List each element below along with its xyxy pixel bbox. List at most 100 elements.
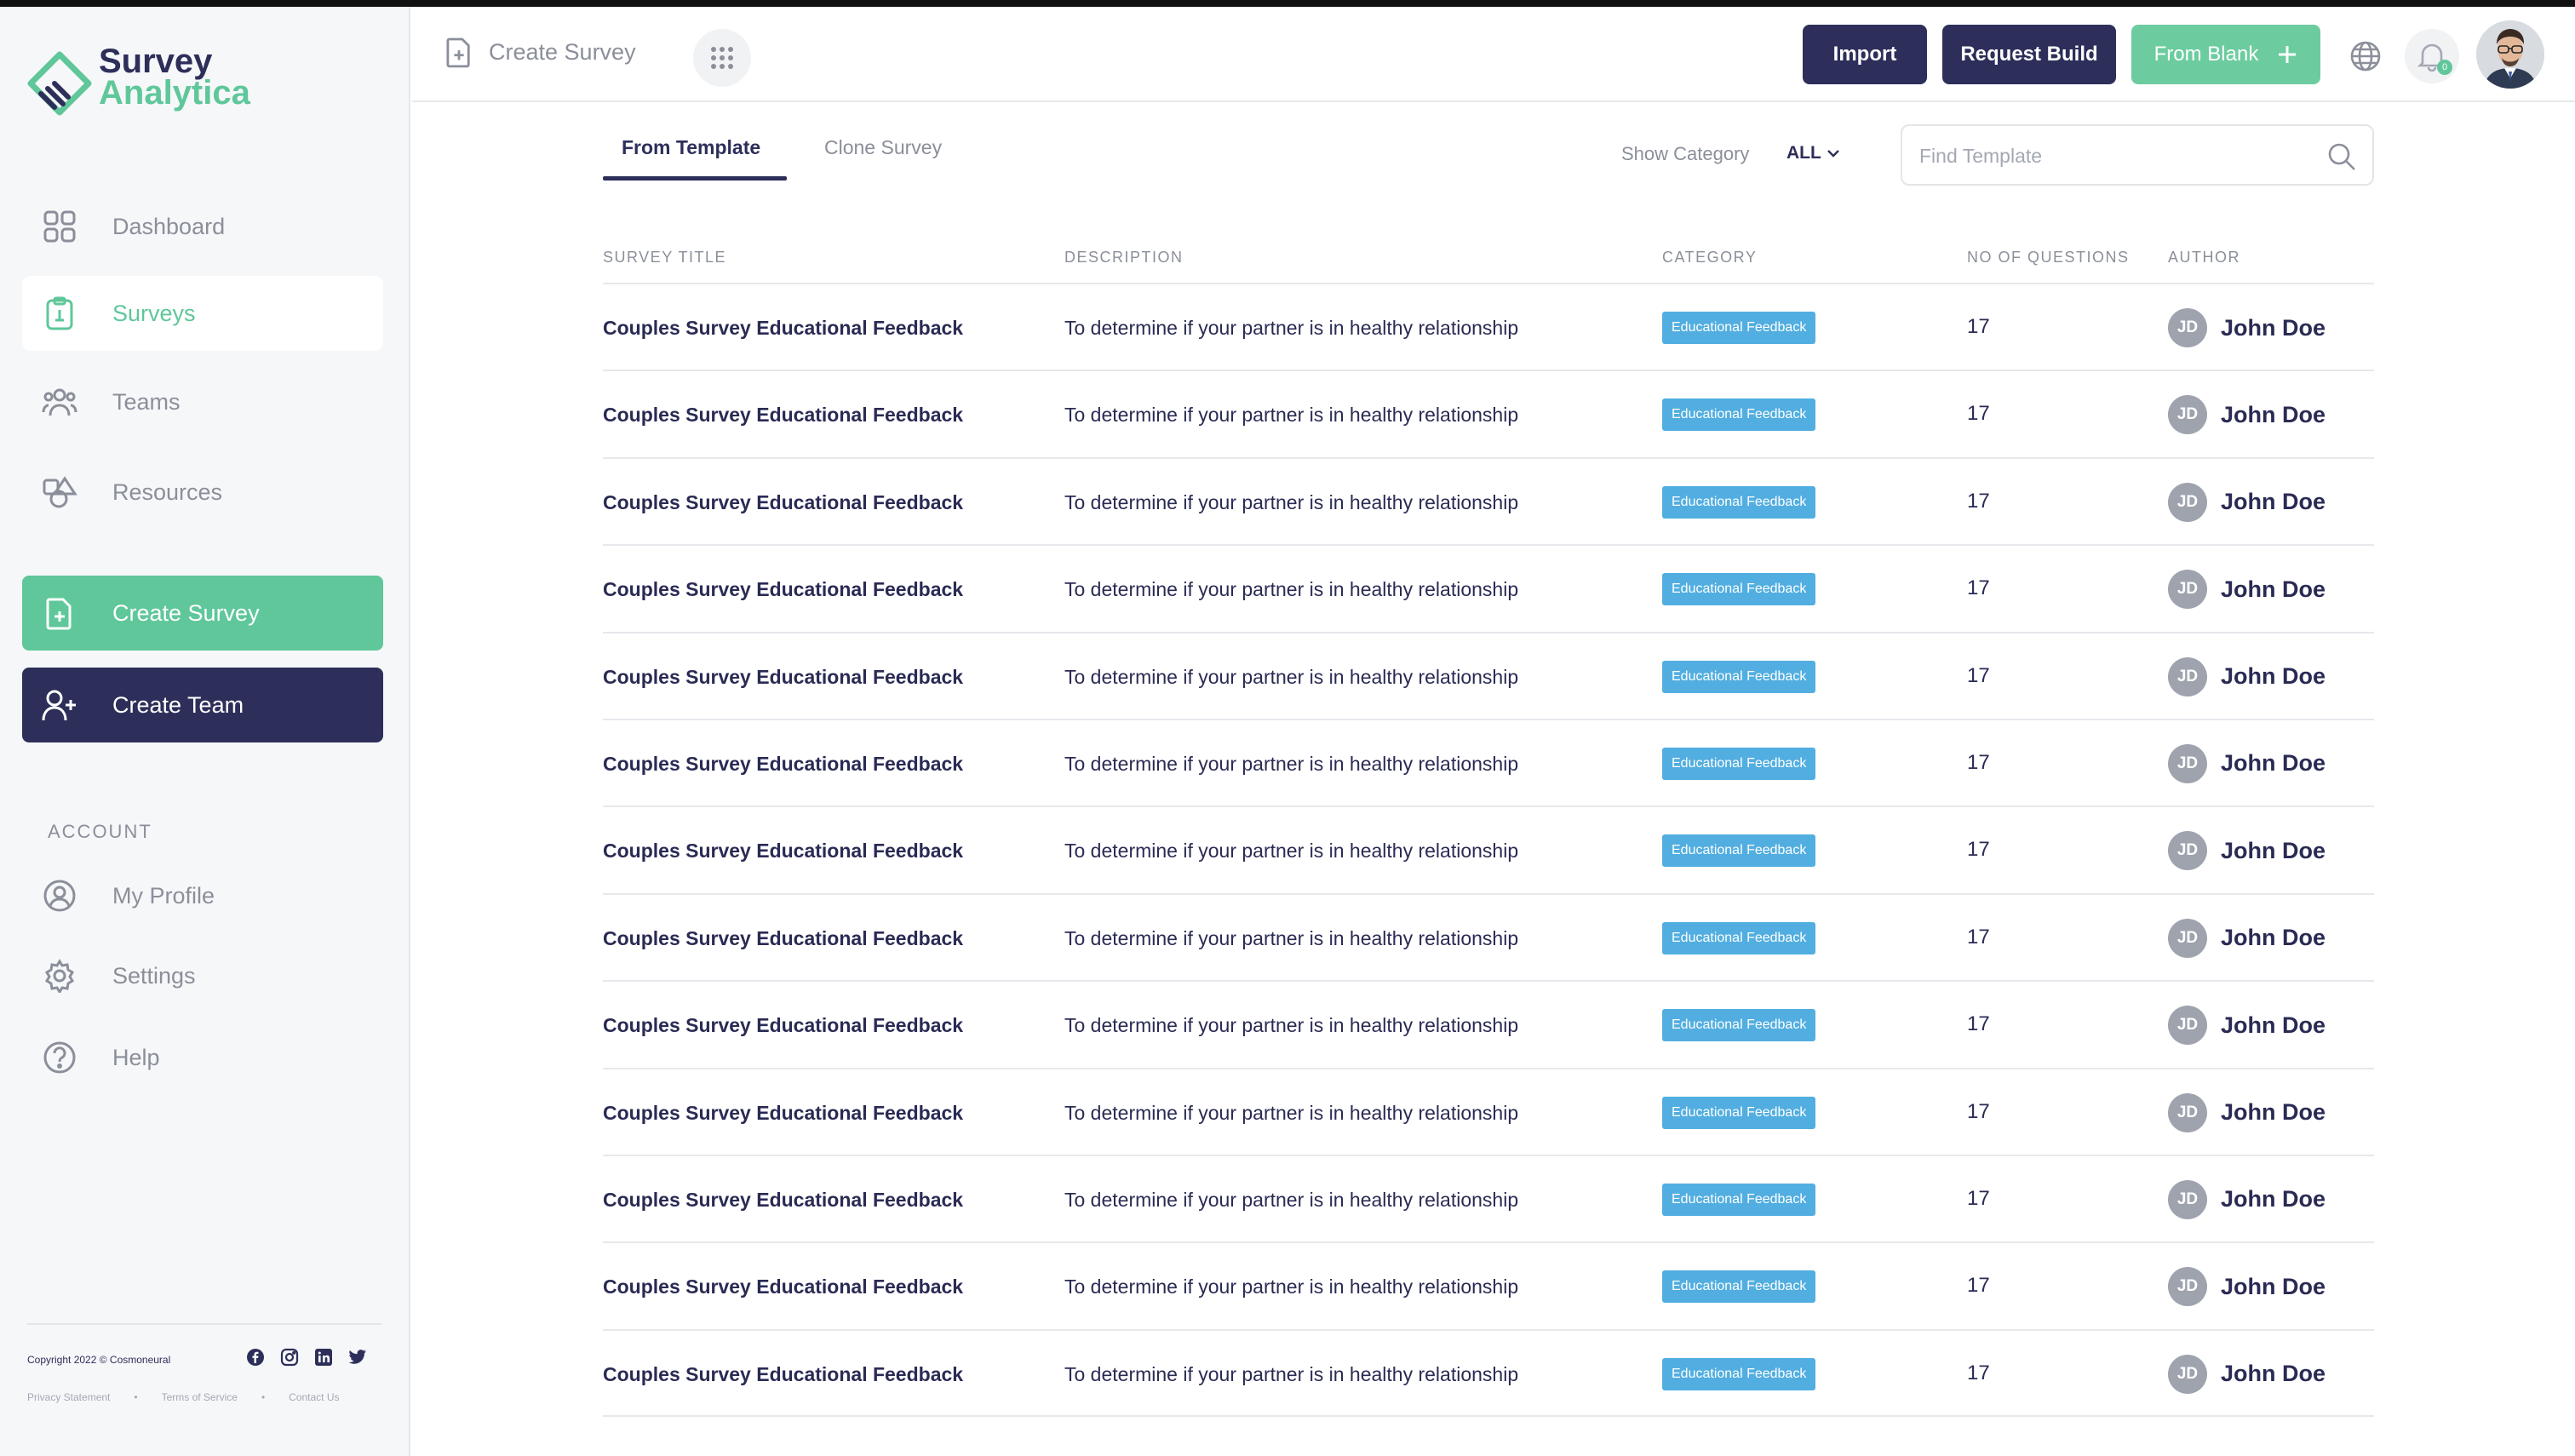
top-bar: Create Survey Import Request Build From … [412,7,2575,102]
sidebar-item-help[interactable]: Help [22,1020,383,1095]
description-cell: To determine if your partner is in healt… [1064,1014,1519,1037]
privacy-link[interactable]: Privacy Statement [27,1391,110,1403]
sidebar-item-dashboard[interactable]: Dashboard [22,189,383,264]
brand-name-line2: Analytica [99,74,250,112]
column-header-category[interactable]: CATEGORY [1662,249,1757,267]
tab-clone-survey[interactable]: Clone Survey [824,136,942,159]
author-cell: JD John Doe [2168,918,2326,958]
request-build-button[interactable]: Request Build [1942,25,2116,84]
author-cell: JD John Doe [2168,1006,2326,1046]
question-count-cell: 17 [1967,1361,1990,1384]
question-count-cell: 17 [1967,838,1990,862]
survey-title-cell[interactable]: Couples Survey Educational Feedback [603,927,963,950]
table-row[interactable]: Couples Survey Educational Feedback To de… [603,805,2374,892]
category-select[interactable]: ALL [1786,143,1840,163]
author-cell: JD John Doe [2168,831,2326,871]
survey-title-cell[interactable]: Couples Survey Educational Feedback [603,404,963,427]
column-header-description[interactable]: DESCRIPTION [1064,249,1184,267]
globe-icon [2350,41,2381,72]
import-button[interactable]: Import [1803,25,1927,84]
survey-title-cell[interactable]: Couples Survey Educational Feedback [603,666,963,689]
active-tab-indicator [603,176,787,181]
avatar[interactable] [2476,20,2544,89]
tab-from-template[interactable]: From Template [622,136,760,159]
contact-link[interactable]: Contact Us [289,1391,339,1403]
category-badge: Educational Feedback [1662,1096,1816,1129]
question-count-cell: 17 [1967,315,1990,338]
table-row[interactable]: Couples Survey Educational Feedback To de… [603,1241,2374,1328]
description-cell: To determine if your partner is in healt… [1064,1188,1519,1211]
survey-title-cell[interactable]: Couples Survey Educational Feedback [603,317,963,340]
column-header-author[interactable]: AUTHOR [2168,249,2240,267]
sidebar-item-settings[interactable]: Settings [22,938,383,1013]
survey-title-cell[interactable]: Couples Survey Educational Feedback [603,578,963,601]
separator-dot: • [261,1391,266,1403]
survey-title-cell[interactable]: Couples Survey Educational Feedback [603,1363,963,1386]
table-row[interactable]: Couples Survey Educational Feedback To de… [603,718,2374,805]
chevron-down-icon [1827,150,1839,158]
table-row[interactable]: Couples Survey Educational Feedback To de… [603,1067,2374,1155]
copyright-text: Copyright 2022 © Cosmoneural [27,1354,171,1366]
survey-title-cell[interactable]: Couples Survey Educational Feedback [603,840,963,863]
author-name: John Doe [2221,1099,2326,1126]
notifications-button[interactable]: 0 [2405,29,2459,83]
survey-title-cell[interactable]: Couples Survey Educational Feedback [603,753,963,776]
linkedin-icon[interactable] [313,1347,334,1367]
author-cell: JD John Doe [2168,743,2326,783]
language-button[interactable] [2338,29,2393,83]
author-name: John Doe [2221,1012,2326,1038]
survey-title-cell[interactable]: Couples Survey Educational Feedback [603,1014,963,1037]
find-template-search [1901,124,2374,186]
table-row[interactable]: Couples Survey Educational Feedback To de… [603,544,2374,631]
plus-icon [2279,46,2297,63]
instagram-icon[interactable] [279,1347,300,1367]
from-blank-button[interactable]: From Blank [2131,25,2320,84]
sidebar-item-teams[interactable]: Teams [22,364,383,439]
author-name: John Doe [2221,925,2326,951]
search-icon[interactable] [2326,141,2357,172]
legal-links: Privacy Statement • Terms of Service • C… [27,1391,340,1403]
sidebar-item-label: Settings [112,962,196,989]
table-row[interactable]: Couples Survey Educational Feedback To de… [603,370,2374,456]
table-row[interactable]: Couples Survey Educational Feedback To de… [603,1328,2374,1416]
apps-menu-button[interactable] [693,29,751,87]
create-team-button[interactable]: Create Team [22,668,383,742]
table-row[interactable]: Couples Survey Educational Feedback To de… [603,456,2374,544]
create-team-label: Create Team [112,691,244,718]
sidebar-item-label: Surveys [112,300,196,326]
brand-logo[interactable]: Survey Analytica [26,44,281,129]
description-cell: To determine if your partner is in healt… [1064,665,1519,688]
survey-title-cell[interactable]: Couples Survey Educational Feedback [603,491,963,514]
category-badge: Educational Feedback [1662,312,1816,344]
table-row[interactable]: Couples Survey Educational Feedback To de… [603,892,2374,980]
column-header-survey-title[interactable]: SURVEY TITLE [603,249,726,267]
survey-title-cell[interactable]: Couples Survey Educational Feedback [603,1102,963,1125]
table-row[interactable]: Couples Survey Educational Feedback To de… [603,980,2374,1067]
facebook-icon[interactable] [245,1347,266,1367]
question-count-cell: 17 [1967,576,1990,600]
twitter-icon[interactable] [347,1347,368,1367]
create-survey-button[interactable]: Create Survey [22,576,383,651]
author-avatar: JD [2168,831,2207,871]
table-row[interactable]: Couples Survey Educational Feedback To de… [603,1154,2374,1241]
sidebar-item-resources[interactable]: Resources [22,455,383,530]
help-icon [41,1039,78,1076]
author-name: John Doe [2221,401,2326,427]
table-row[interactable]: Couples Survey Educational Feedback To de… [603,283,2374,370]
sidebar-item-surveys[interactable]: Surveys [22,276,383,351]
template-table: Couples Survey Educational Feedback To de… [603,283,2374,1416]
search-input[interactable] [1919,141,2328,170]
account-heading: ACCOUNT [48,821,152,842]
sidebar-item-my-profile[interactable]: My Profile [22,858,383,933]
brand-name-line1: Survey [99,43,213,80]
author-avatar: JD [2168,308,2207,347]
category-selected-value: ALL [1786,143,1821,163]
breadcrumb: Create Survey [446,36,636,68]
survey-title-cell[interactable]: Couples Survey Educational Feedback [603,1275,963,1298]
sidebar-item-label: Teams [112,388,181,415]
table-row[interactable]: Couples Survey Educational Feedback To de… [603,631,2374,719]
terms-link[interactable]: Terms of Service [162,1391,238,1403]
survey-title-cell[interactable]: Couples Survey Educational Feedback [603,1189,963,1212]
author-name: John Doe [2221,489,2326,515]
column-header-questions[interactable]: NO OF QUESTIONS [1967,249,2130,267]
